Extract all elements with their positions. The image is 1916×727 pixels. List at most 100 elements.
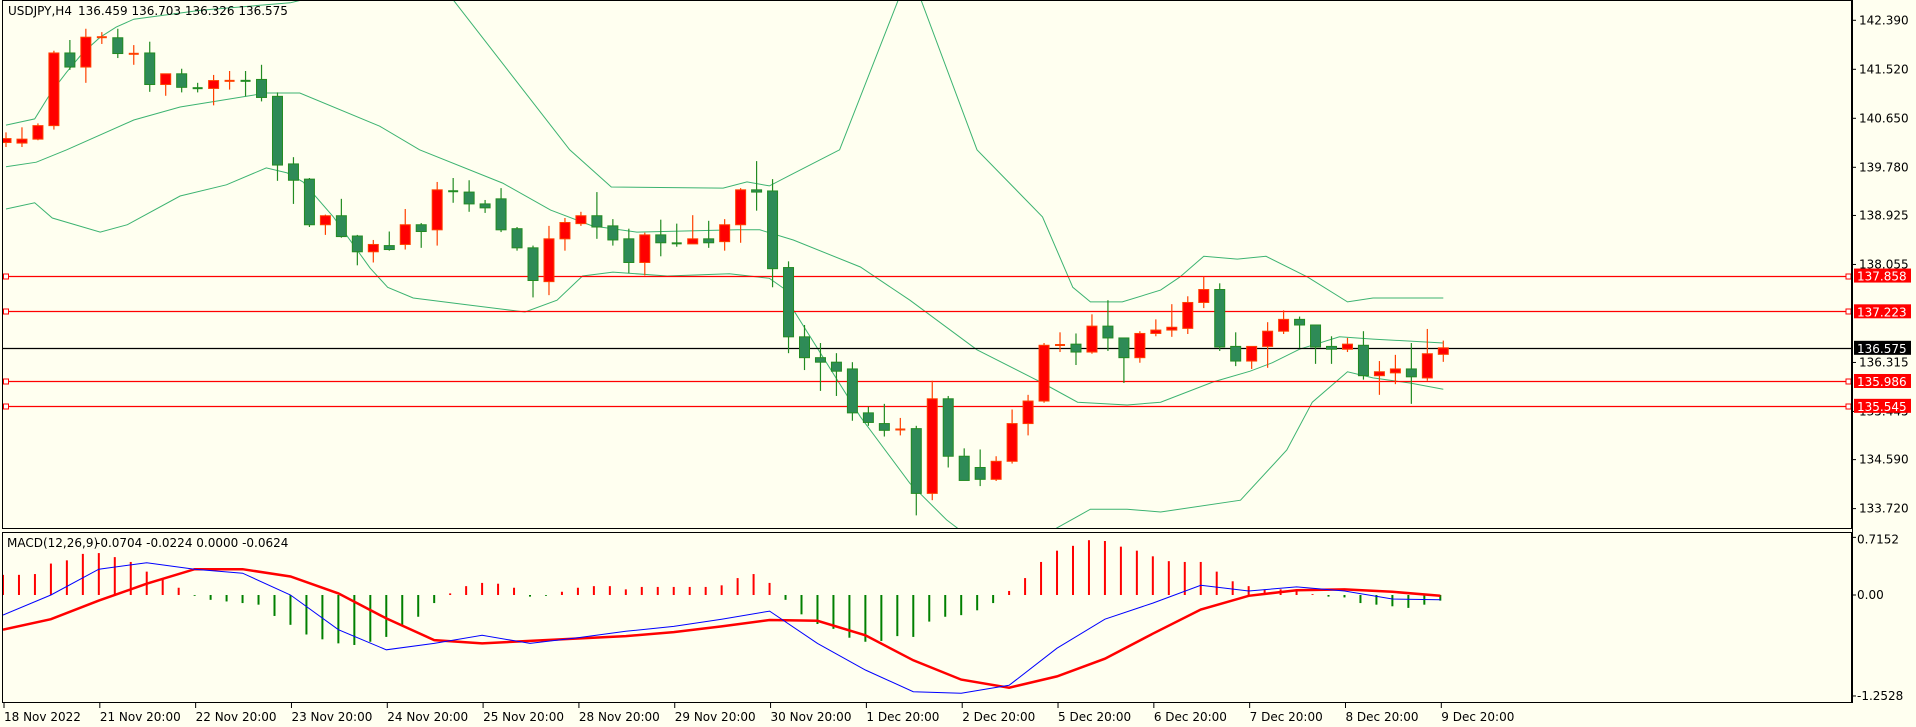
price-tick-label: 141.520 [1859,62,1909,76]
level-price-label: 137.858 [1857,270,1907,284]
candle-body [910,428,922,494]
candle [926,380,938,501]
candle [303,178,315,228]
price-tick-label: 138.925 [1859,208,1909,222]
level-price-label: 137.223 [1857,305,1907,319]
price-tick-label: 139.780 [1859,160,1909,174]
candle-body [751,189,763,193]
candle-body [271,95,283,166]
candle-body [160,73,172,86]
candle-body [1022,400,1034,425]
time-tick-label: 2 Dec 20:00 [962,710,1035,724]
candle [32,123,44,141]
candle-body [144,52,156,86]
price-tick-label: 142.390 [1859,13,1909,27]
candle-body [735,189,747,226]
level-line-handle[interactable] [3,308,9,315]
candle-body [814,357,826,363]
candle-body [1038,344,1050,402]
level-line-handle[interactable] [3,273,9,280]
candle [1134,331,1146,363]
candle-body [799,336,810,359]
candle-body [1421,353,1433,379]
candle-body [1278,318,1290,332]
candle-body [1389,368,1401,374]
time-tick-label: 7 Dec 20:00 [1250,710,1323,724]
level-line-handle[interactable] [1845,378,1851,385]
time-tick-label: 23 Nov 20:00 [291,710,372,724]
candle-body [559,221,571,240]
candle-body [335,215,347,238]
chart-canvas[interactable]: 142.390141.520140.650139.780138.925138.0… [0,0,1916,727]
candle-body [1134,332,1146,359]
candle-body [208,80,220,89]
candle-body [1310,324,1322,348]
level-line-handle[interactable] [1845,403,1851,410]
price-tick-label: 133.720 [1859,502,1909,516]
macd-tick-label: 0.00 [1857,588,1884,602]
level-line-handle[interactable] [1845,308,1851,315]
price-tick-label: 134.590 [1859,453,1909,467]
candle-body [974,466,986,480]
candle-body [16,138,28,144]
time-tick-label: 6 Dec 20:00 [1154,710,1227,724]
time-tick-label: 8 Dec 20:00 [1345,710,1418,724]
level-line-handle[interactable] [3,403,9,410]
candle-body [862,412,874,423]
candle-body [367,243,379,253]
candle-body [1373,371,1385,377]
candle-body [958,455,970,481]
candle-body [687,238,699,245]
candle-body [878,423,890,431]
candle-body [1150,329,1162,334]
candle [1214,283,1226,351]
candle-body [319,215,331,226]
level-price-label: 135.986 [1857,375,1907,389]
candle-body [830,361,842,372]
candle-body [1070,343,1082,353]
candle-body [351,235,363,253]
candle-body [527,247,539,282]
candle-body [1118,337,1130,359]
candle-body [495,198,507,231]
candle-body [1006,423,1018,462]
candle-body [703,238,715,244]
candle [846,362,858,421]
level-line-handle[interactable] [1845,273,1851,280]
candle-body [1262,330,1274,347]
candle-body [1437,347,1449,355]
time-tick-label: 9 Dec 20:00 [1441,710,1514,724]
candle-body [767,190,779,270]
candle-body [1357,344,1369,377]
candle-body [511,228,523,249]
candle-body [1341,343,1353,350]
candle-body [1214,289,1226,348]
candle-body [1405,368,1417,378]
candle-body [639,234,651,263]
candle-body [479,203,491,209]
candle-body [607,225,619,241]
level-line-handle[interactable] [3,378,9,385]
candle-body [415,224,427,233]
candle [48,50,60,130]
candle-body [383,245,395,251]
candle-body [1182,301,1194,329]
candle-body [942,398,954,457]
candle-body [176,73,188,88]
ohlc-readout: 136.459 136.703 136.326 136.575 [78,4,288,18]
candle-body [64,52,76,68]
candle-body [399,224,411,245]
candle-body [719,224,731,243]
price-tick-label: 140.650 [1859,111,1909,125]
price-tick-label: 136.315 [1859,355,1909,369]
candle-body [1086,325,1098,353]
time-tick-label: 30 Nov 20:00 [771,710,852,724]
candle-body [990,460,1002,480]
candle-body [575,215,587,225]
candle-body [48,52,60,127]
candle-body [287,163,299,181]
candle-body [783,267,795,338]
time-tick-label: 29 Nov 20:00 [675,710,756,724]
candle-body [655,234,667,244]
candle-body [1326,345,1338,350]
